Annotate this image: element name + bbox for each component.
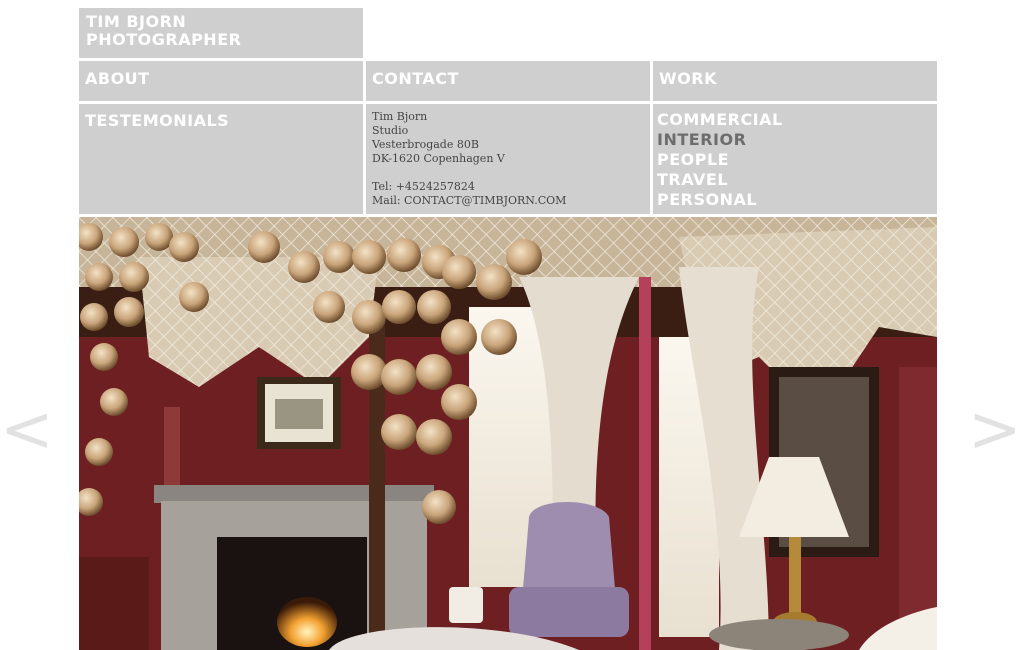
contact-name: Tim Bjorn [372,110,428,123]
nav-contact[interactable]: CONTACT [366,61,650,101]
site-name: TIM BJORN [86,12,187,31]
work-item-commercial[interactable]: COMMERCIAL [657,110,937,130]
nav-about-label: ABOUT [85,69,150,88]
work-item-people[interactable]: PEOPLE [657,150,937,170]
nav-work[interactable]: WORK [653,61,937,101]
contact-mail[interactable]: Mail: CONTACT@TIMBJORN.COM [372,194,650,208]
work-item-interior[interactable]: INTERIOR [657,130,937,150]
nav-work-label: WORK [659,69,717,88]
contact-phone[interactable]: Tel: +4524257824 [372,180,650,194]
nav-testimonials-label: TESTEMONIALS [85,111,230,130]
interior-bedroom-photo [79,217,937,650]
nav-testimonials[interactable]: TESTEMONIALS [79,104,363,214]
contact-street: Vesterbrogade 80B [372,138,479,151]
nav-about[interactable]: ABOUT [79,61,363,101]
work-item-travel[interactable]: TRAVEL [657,170,937,190]
gallery-photo [79,217,937,650]
prev-arrow-icon[interactable]: < [0,398,54,462]
site-subtitle: PHOTOGRAPHER [86,30,242,49]
logo-block[interactable]: TIM BJORN PHOTOGRAPHER [79,8,363,58]
work-submenu: COMMERCIAL INTERIOR PEOPLE TRAVEL PERSON… [653,104,937,214]
contact-company: Studio [372,124,409,137]
contact-info-panel: Tim Bjorn Studio Vesterbrogade 80B DK-16… [366,104,650,214]
contact-city: DK-1620 Copenhagen V [372,152,505,165]
work-item-personal[interactable]: PERSONAL [657,190,937,210]
next-arrow-icon[interactable]: > [968,398,1020,462]
nav-contact-label: CONTACT [372,69,459,88]
